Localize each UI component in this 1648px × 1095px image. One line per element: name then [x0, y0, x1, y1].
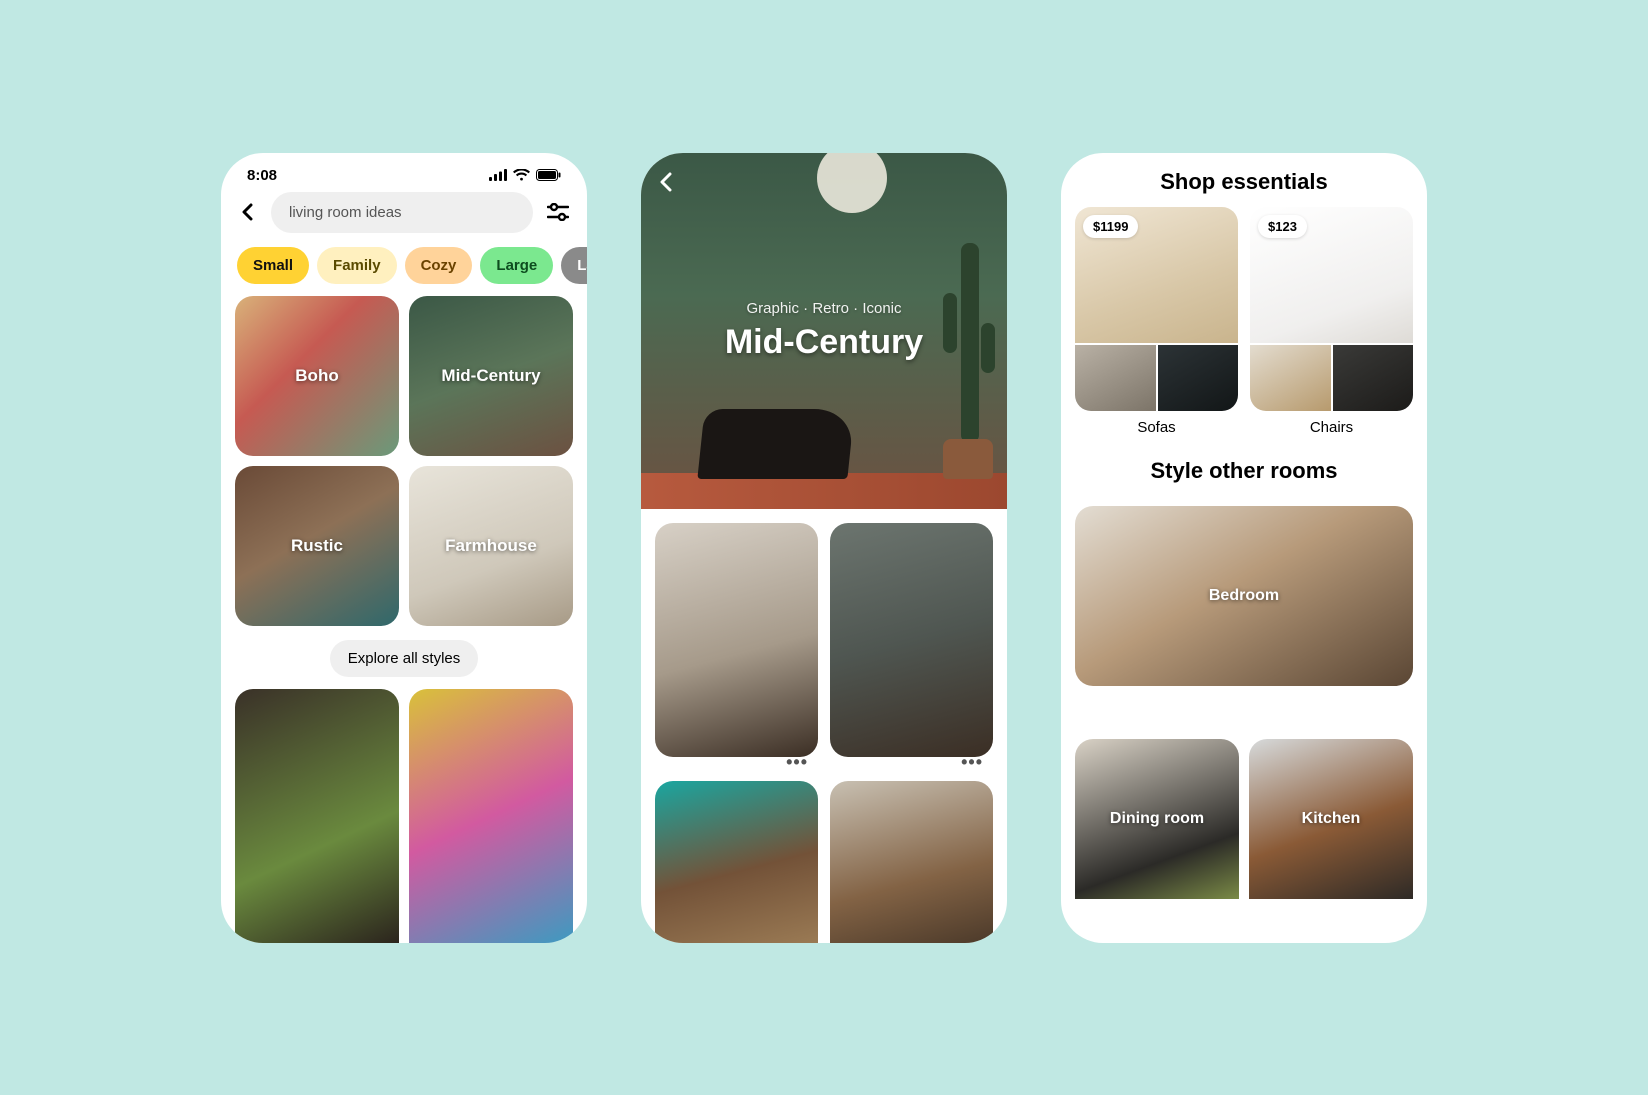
rooms-section-title: Style other rooms [1075, 436, 1413, 496]
explore-row: Explore all styles [221, 626, 587, 689]
style-tile-boho[interactable]: Boho [235, 296, 399, 456]
phone-style-detail: Graphic · Retro · Iconic Mid-Century •••… [641, 153, 1007, 943]
style-tile-label: Boho [295, 366, 338, 386]
feed-pin[interactable] [655, 781, 818, 943]
search-input[interactable]: living room ideas [271, 192, 533, 233]
wifi-icon [513, 169, 530, 181]
shop-item-image: $1199 [1075, 207, 1238, 343]
chevron-left-icon [241, 203, 255, 221]
phone-shop-rooms: Shop essentials $1199 Sofas $123 [1061, 153, 1427, 943]
feed-pin[interactable] [830, 781, 993, 943]
filter-chip-family[interactable]: Family [317, 247, 397, 284]
shop-item-chairs[interactable]: $123 Chairs [1250, 207, 1413, 436]
shop-thumb [1333, 345, 1414, 411]
style-grid: Boho Mid-Century Rustic Farmhouse [221, 296, 587, 626]
pin-more-button[interactable]: ••• [786, 752, 808, 773]
shop-thumb [1158, 345, 1239, 411]
sliders-icon [547, 203, 569, 221]
style-hero: Graphic · Retro · Iconic Mid-Century [641, 153, 1007, 509]
filter-chip-row[interactable]: Small Family Cozy Large Layo [221, 243, 587, 296]
phone-search-explore: 8:08 living room ideas Small Family Cozy… [221, 153, 587, 943]
price-badge: $1199 [1083, 215, 1138, 238]
shop-item-thumbs [1075, 345, 1238, 411]
room-tile-bedroom[interactable]: Bedroom [1075, 506, 1413, 686]
filter-chip-cozy[interactable]: Cozy [405, 247, 473, 284]
style-tile-label: Rustic [291, 536, 343, 556]
feed-pin[interactable] [235, 689, 399, 943]
shop-thumb [1075, 345, 1156, 411]
style-tile-rustic[interactable]: Rustic [235, 466, 399, 626]
shop-item-image: $123 [1250, 207, 1413, 343]
room-tile-label: Dining room [1110, 810, 1204, 828]
style-tile-label: Mid-Century [441, 366, 540, 386]
hero-title: Mid-Century [725, 323, 923, 362]
status-icons [489, 169, 561, 181]
room-tile-kitchen[interactable]: Kitchen [1249, 739, 1413, 899]
price-badge: $123 [1258, 215, 1307, 238]
filter-chip-small[interactable]: Small [237, 247, 309, 284]
room-tile-label: Bedroom [1209, 587, 1279, 605]
battery-icon [536, 169, 561, 181]
feed-pin[interactable] [409, 689, 573, 943]
filter-chip-layout[interactable]: Layo [561, 247, 587, 284]
back-button[interactable] [237, 201, 259, 223]
shop-item-label: Chairs [1250, 411, 1413, 436]
room-tile-label: Kitchen [1302, 810, 1361, 828]
shop-item-sofas[interactable]: $1199 Sofas [1075, 207, 1238, 436]
feed-grid [221, 689, 587, 943]
shop-item-label: Sofas [1075, 411, 1238, 436]
chevron-left-icon [659, 172, 673, 192]
filter-chip-large[interactable]: Large [480, 247, 553, 284]
style-tile-midcentury[interactable]: Mid-Century [409, 296, 573, 456]
rooms-grid: Bedroom Dining room Kitchen [1075, 506, 1413, 943]
search-row: living room ideas [221, 188, 587, 243]
style-tile-label: Farmhouse [445, 536, 537, 556]
style-tile-farmhouse[interactable]: Farmhouse [409, 466, 573, 626]
filter-button[interactable] [545, 199, 571, 225]
pin-more-button[interactable]: ••• [961, 752, 983, 773]
shop-section-title: Shop essentials [1061, 153, 1427, 207]
feed-pin[interactable]: ••• [830, 523, 993, 757]
shop-item-thumbs [1250, 345, 1413, 411]
shop-thumb [1250, 345, 1331, 411]
status-bar: 8:08 [221, 153, 587, 188]
shop-row: $1199 Sofas $123 Chairs [1075, 207, 1413, 436]
room-tile-dining[interactable]: Dining room [1075, 739, 1239, 899]
status-time: 8:08 [247, 167, 277, 184]
back-button[interactable] [659, 171, 673, 199]
feed-pin[interactable]: ••• [655, 523, 818, 757]
explore-all-button[interactable]: Explore all styles [330, 640, 479, 677]
cellular-icon [489, 169, 507, 181]
search-input-value: living room ideas [289, 204, 402, 221]
hero-subtitle: Graphic · Retro · Iconic [746, 300, 901, 317]
style-feed: ••• ••• [641, 509, 1007, 943]
